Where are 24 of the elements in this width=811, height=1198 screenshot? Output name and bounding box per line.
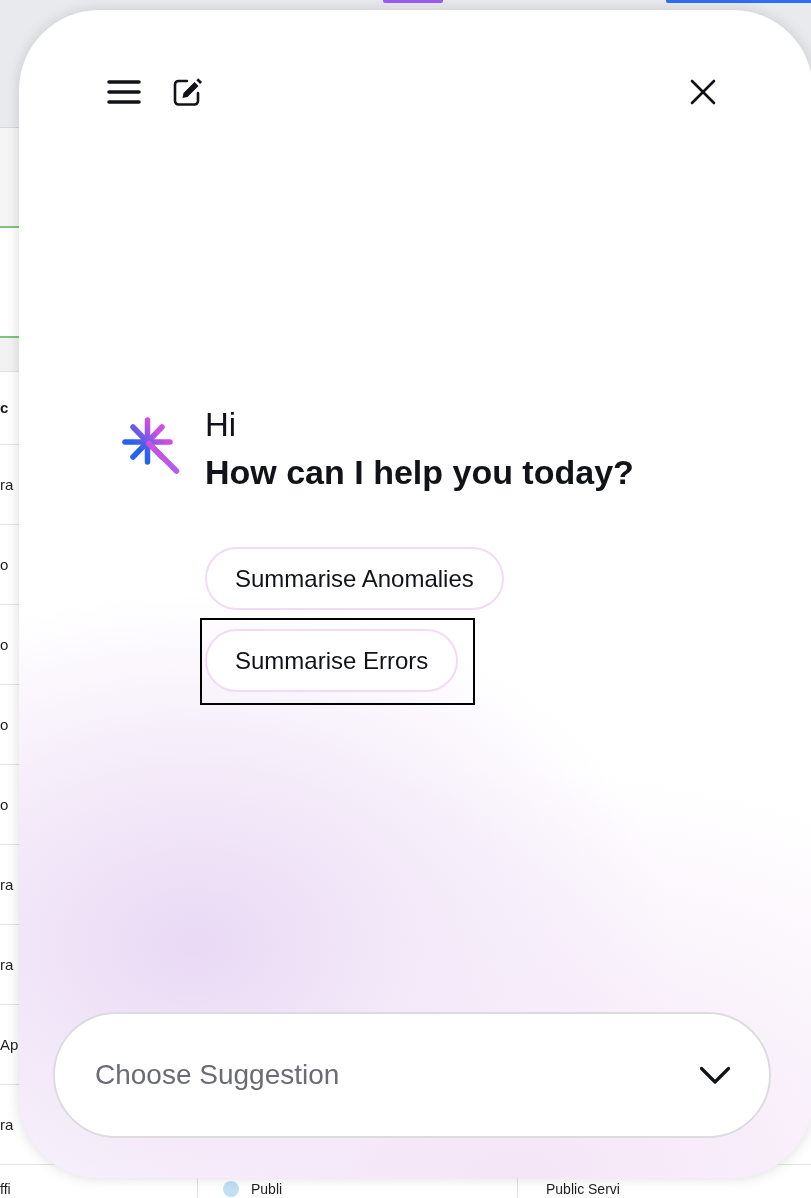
close-icon[interactable] xyxy=(690,78,716,105)
table-cell-text: o xyxy=(0,555,9,574)
sparkle-wand-icon xyxy=(122,417,180,474)
greeting-text: Hi xyxy=(205,405,238,445)
suggestion-chip[interactable]: Summarise Errors xyxy=(205,629,459,692)
table-cell-text: Ap xyxy=(0,1035,19,1054)
table-cell-text: o xyxy=(0,635,9,654)
suggestion-chip[interactable]: Summarise Anomalies xyxy=(205,547,504,610)
table-cell-text: o xyxy=(0,795,9,814)
prompt-heading: How can I help you today? xyxy=(205,452,634,493)
table-cell-text: ra xyxy=(0,875,14,894)
table-cell-text: o xyxy=(0,715,9,734)
table-cell-text: ra xyxy=(0,475,14,494)
table-cell-text: Public Servi xyxy=(546,1181,620,1197)
edit-icon[interactable] xyxy=(173,77,203,106)
table-cell-text: ffi xyxy=(0,1181,11,1197)
menu-icon[interactable] xyxy=(107,79,141,104)
table-cell-text: ra xyxy=(0,955,14,974)
column-header: c xyxy=(0,399,9,417)
suggestion-dropdown[interactable]: Choose Suggestion xyxy=(53,1012,771,1138)
button-edge xyxy=(383,0,443,3)
chevron-down-icon xyxy=(699,1065,731,1085)
table-cell-text: Publi xyxy=(251,1181,283,1197)
table-cell-text: ra xyxy=(0,1115,14,1134)
